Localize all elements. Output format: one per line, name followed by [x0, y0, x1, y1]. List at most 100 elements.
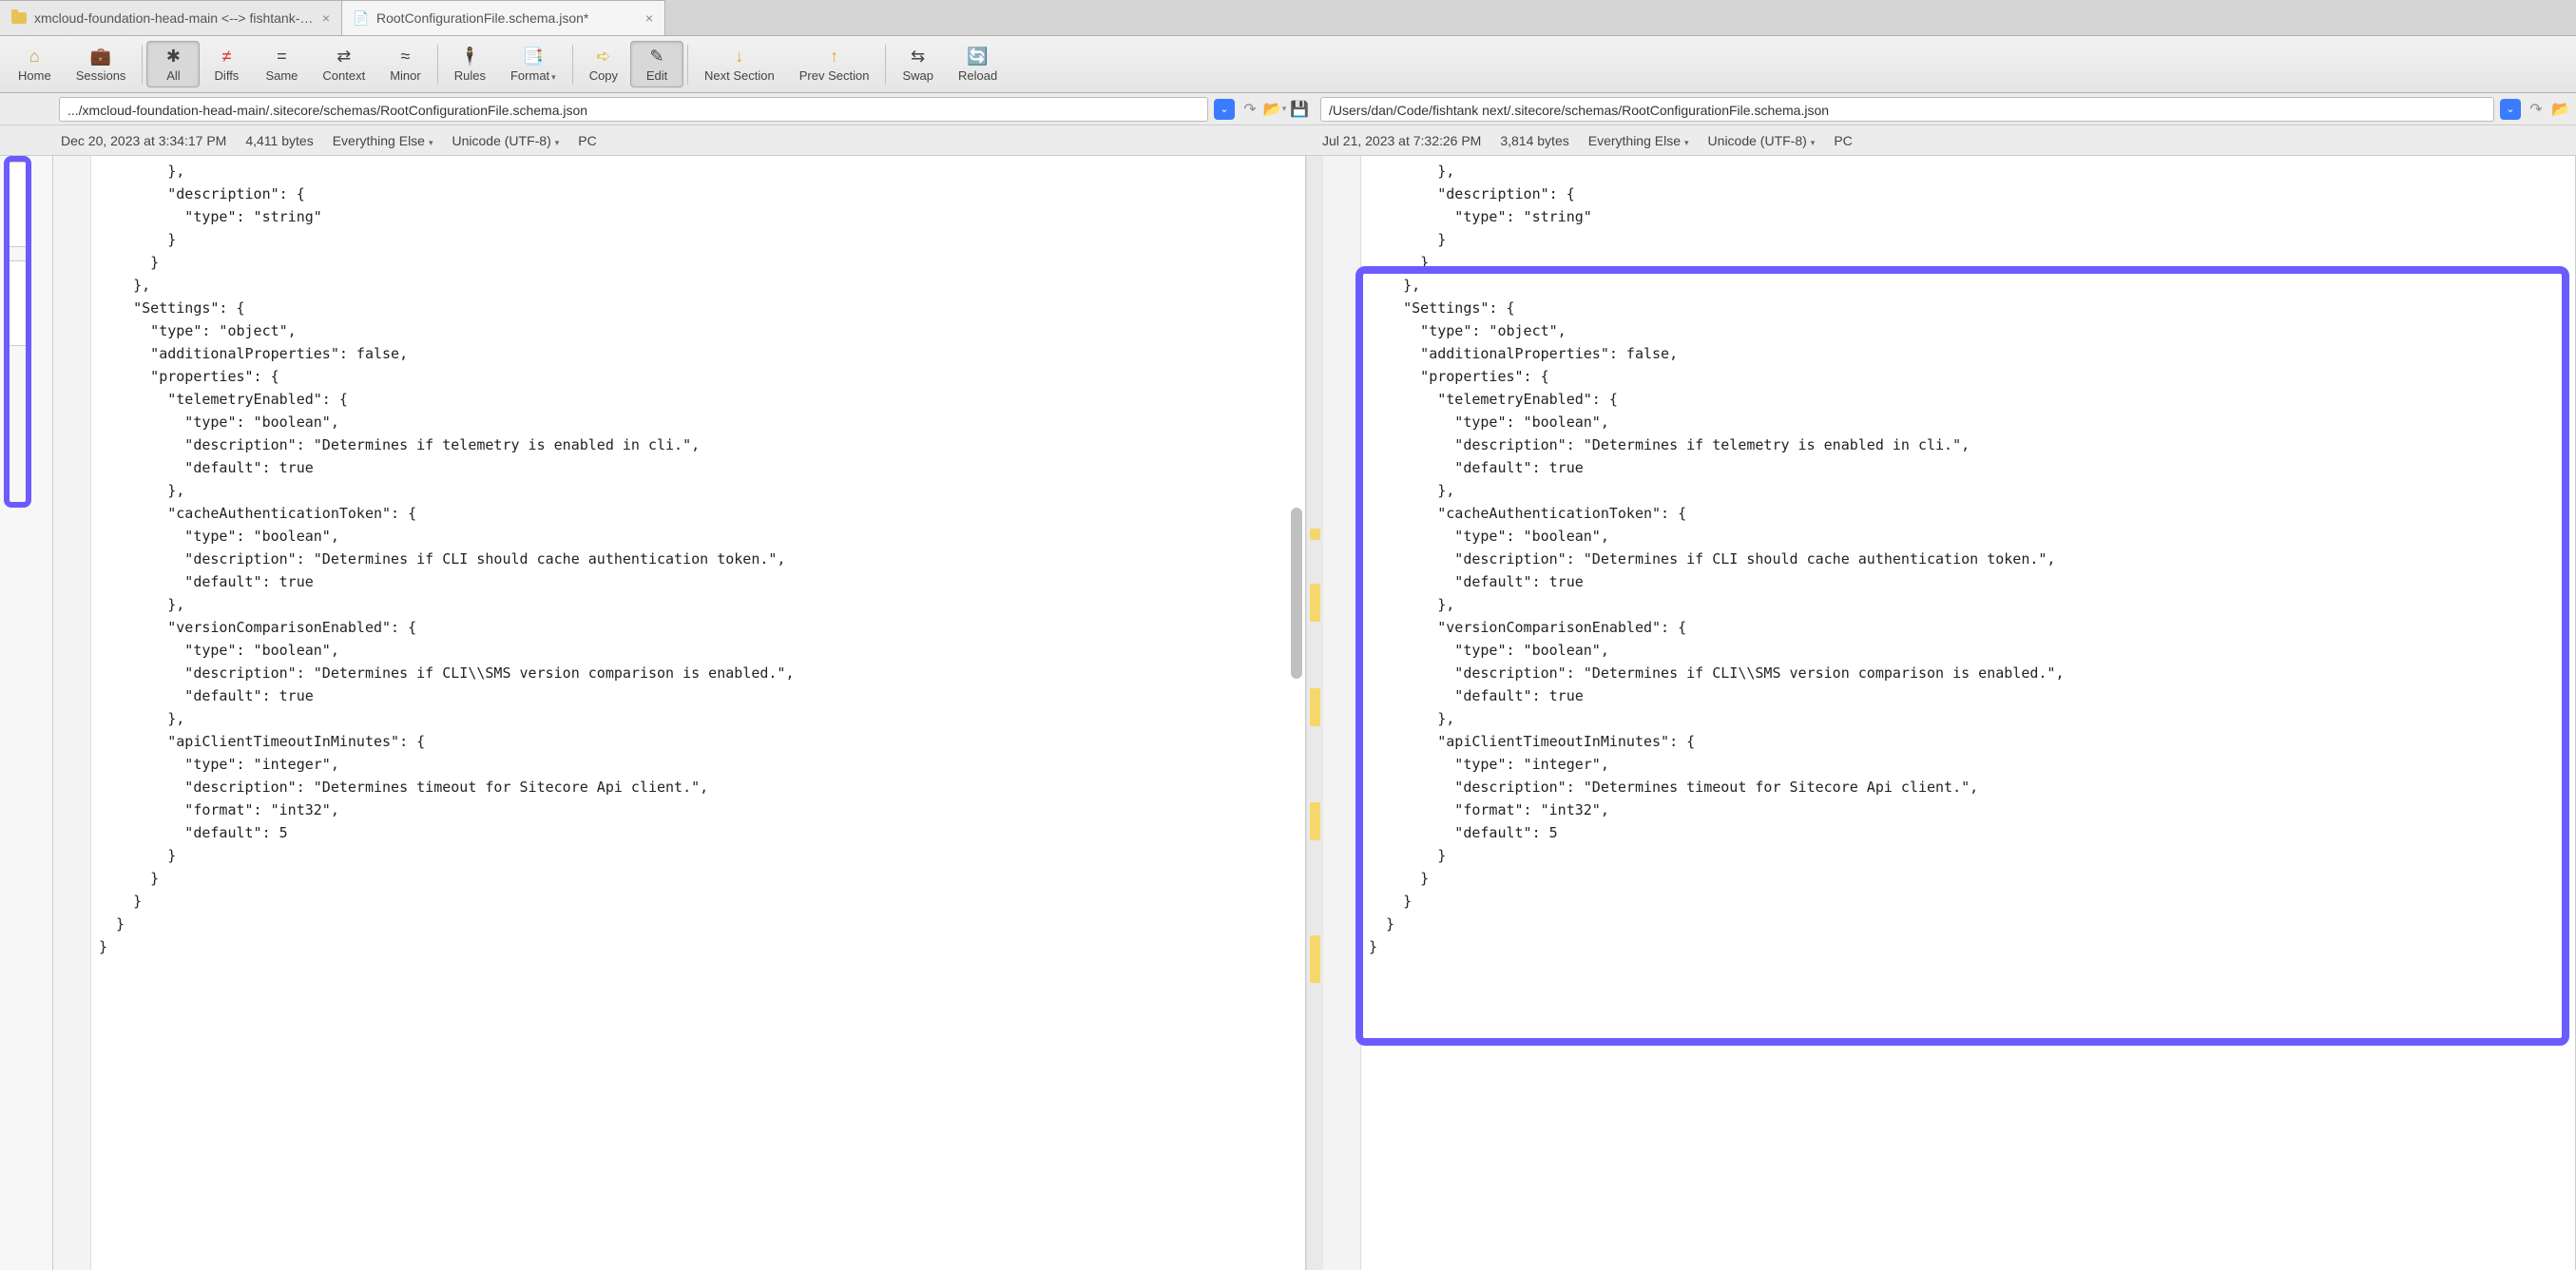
- rules-button[interactable]: 🕴 Rules: [442, 41, 498, 87]
- edit-button[interactable]: ✎ Edit: [630, 41, 683, 87]
- arrow-up-icon: ↑: [830, 46, 838, 67]
- chevron-down-icon: ▾: [555, 138, 560, 147]
- left-code[interactable]: }, "description": { "type": "string" } }…: [91, 156, 1305, 1270]
- format-label: Format: [510, 68, 549, 83]
- context-label: Context: [322, 68, 365, 83]
- open-folder-icon[interactable]: 📂: [2551, 100, 2570, 119]
- left-path-input[interactable]: .../xmcloud-foundation-head-main/.siteco…: [59, 97, 1208, 122]
- info-row: Dec 20, 2023 at 3:34:17 PM 4,411 bytes E…: [0, 125, 2576, 156]
- right-info-cell: Jul 21, 2023 at 7:32:26 PM 3,814 bytes E…: [1315, 133, 2576, 148]
- next-section-label: Next Section: [704, 68, 775, 83]
- center-diff-strip: [1306, 156, 1323, 1270]
- close-icon[interactable]: ×: [322, 10, 330, 26]
- diff-mark: [1310, 529, 1320, 540]
- diff-mark: [1310, 935, 1320, 983]
- toolbar-separator: [437, 45, 438, 85]
- home-icon: ⌂: [29, 46, 40, 67]
- minor-button[interactable]: ≈ Minor: [377, 41, 433, 87]
- sessions-button[interactable]: 💼 Sessions: [64, 41, 139, 87]
- arrow-right-icon: ➪: [596, 46, 610, 67]
- path-dropdown-button[interactable]: ⌄: [2500, 99, 2521, 120]
- copy-button[interactable]: ➪ Copy: [577, 41, 630, 87]
- minimap[interactable]: [0, 156, 53, 1270]
- diff-mark: [1310, 584, 1320, 622]
- scrollbar-vertical[interactable]: [1290, 165, 1303, 1175]
- minor-label: Minor: [390, 68, 421, 83]
- filter-dropdown[interactable]: Everything Else▾: [1588, 133, 1689, 148]
- tab-label: RootConfigurationFile.schema.json*: [376, 10, 638, 26]
- scrollbar-thumb[interactable]: [1291, 508, 1302, 679]
- toolbar-separator: [142, 45, 143, 85]
- folder-compare-icon: [11, 10, 27, 26]
- right-pane: }, "description": { "type": "string" } }…: [1323, 156, 2576, 1270]
- swap-label: Swap: [902, 68, 933, 83]
- prev-section-button[interactable]: ↑ Prev Section: [787, 41, 882, 87]
- filter-dropdown[interactable]: Everything Else▾: [333, 133, 433, 148]
- all-label: All: [166, 68, 180, 83]
- line-ending: PC: [578, 133, 596, 148]
- format-button[interactable]: 📑 Format▾: [498, 41, 568, 87]
- same-button[interactable]: = Same: [253, 41, 310, 87]
- chevron-down-icon: ▾: [1684, 138, 1689, 147]
- next-section-button[interactable]: ↓ Next Section: [692, 41, 787, 87]
- right-path-input[interactable]: /Users/dan/Code/fishtank next/.sitecore/…: [1320, 97, 2494, 122]
- toolbar: ⌂ Home 💼 Sessions ✱ All ≠ Diffs = Same ⇄…: [0, 36, 2576, 93]
- chevron-down-icon: ⌄: [1220, 103, 1228, 115]
- diffs-label: Diffs: [215, 68, 240, 83]
- right-code[interactable]: }, "description": { "type": "string" } }…: [1361, 156, 2575, 1270]
- chevron-down-icon: ⌄: [2506, 103, 2514, 115]
- right-gutter: [1323, 156, 1361, 1270]
- diff-mark: [1310, 688, 1320, 726]
- reload-icon: 🔄: [967, 46, 988, 67]
- chevron-down-icon: ▾: [1811, 138, 1816, 147]
- home-label: Home: [18, 68, 51, 83]
- asterisk-icon: ✱: [166, 46, 181, 67]
- line-ending: PC: [1834, 133, 1852, 148]
- encoding-dropdown[interactable]: Unicode (UTF-8)▾: [1708, 133, 1816, 148]
- left-path-cell: .../xmcloud-foundation-head-main/.siteco…: [53, 97, 1315, 122]
- chevron-down-icon: ▾: [429, 138, 433, 147]
- right-path-cell: /Users/dan/Code/fishtank next/.sitecore/…: [1315, 97, 2576, 122]
- not-equal-icon: ≠: [221, 46, 231, 67]
- left-pane: }, "description": { "type": "string" } }…: [53, 156, 1306, 1270]
- minimap-viewport-highlight: [4, 156, 31, 508]
- compare-main: }, "description": { "type": "string" } }…: [0, 156, 2576, 1270]
- file-size: 3,814 bytes: [1500, 133, 1568, 148]
- reload-label: Reload: [958, 68, 997, 83]
- pencil-icon: ✎: [650, 46, 664, 67]
- all-button[interactable]: ✱ All: [146, 41, 200, 87]
- sessions-label: Sessions: [76, 68, 126, 83]
- save-icon[interactable]: 💾: [1290, 100, 1309, 119]
- swap-button[interactable]: ⇆ Swap: [890, 41, 946, 87]
- path-row: .../xmcloud-foundation-head-main/.siteco…: [0, 93, 2576, 125]
- left-info-cell: Dec 20, 2023 at 3:34:17 PM 4,411 bytes E…: [53, 133, 1315, 148]
- recent-icon[interactable]: ↷: [1240, 100, 1259, 119]
- recent-icon[interactable]: ↷: [2527, 100, 2546, 119]
- equals-icon: =: [277, 46, 287, 67]
- file-icon: 📄: [354, 10, 369, 26]
- file-size: 4,411 bytes: [245, 133, 313, 148]
- close-icon[interactable]: ×: [645, 10, 653, 26]
- timestamp: Jul 21, 2023 at 7:32:26 PM: [1322, 133, 1481, 148]
- briefcase-icon: 💼: [90, 46, 111, 67]
- toolbar-separator: [885, 45, 886, 85]
- open-folder-icon[interactable]: 📂▾: [1265, 100, 1284, 119]
- context-button[interactable]: ⇄ Context: [310, 41, 377, 87]
- tab-comparison[interactable]: xmcloud-foundation-head-main <--> fishta…: [0, 0, 342, 35]
- gear-doc-icon: 📑: [523, 46, 544, 67]
- path-dropdown-button[interactable]: ⌄: [1214, 99, 1235, 120]
- swap-icon: ⇆: [911, 46, 925, 67]
- home-button[interactable]: ⌂ Home: [6, 41, 64, 87]
- edit-label: Edit: [646, 68, 667, 83]
- encoding-dropdown[interactable]: Unicode (UTF-8)▾: [452, 133, 560, 148]
- approx-equal-icon: ≈: [401, 46, 411, 67]
- reload-button[interactable]: 🔄 Reload: [946, 41, 1009, 87]
- timestamp: Dec 20, 2023 at 3:34:17 PM: [61, 133, 226, 148]
- diffs-button[interactable]: ≠ Diffs: [200, 41, 253, 87]
- chevron-down-icon: ▾: [551, 72, 556, 82]
- diff-mark: [1310, 802, 1320, 840]
- tab-file[interactable]: 📄 RootConfigurationFile.schema.json* ×: [342, 0, 665, 35]
- tab-label: xmcloud-foundation-head-main <--> fishta…: [34, 10, 315, 26]
- same-label: Same: [265, 68, 298, 83]
- referee-icon: 🕴: [459, 46, 480, 67]
